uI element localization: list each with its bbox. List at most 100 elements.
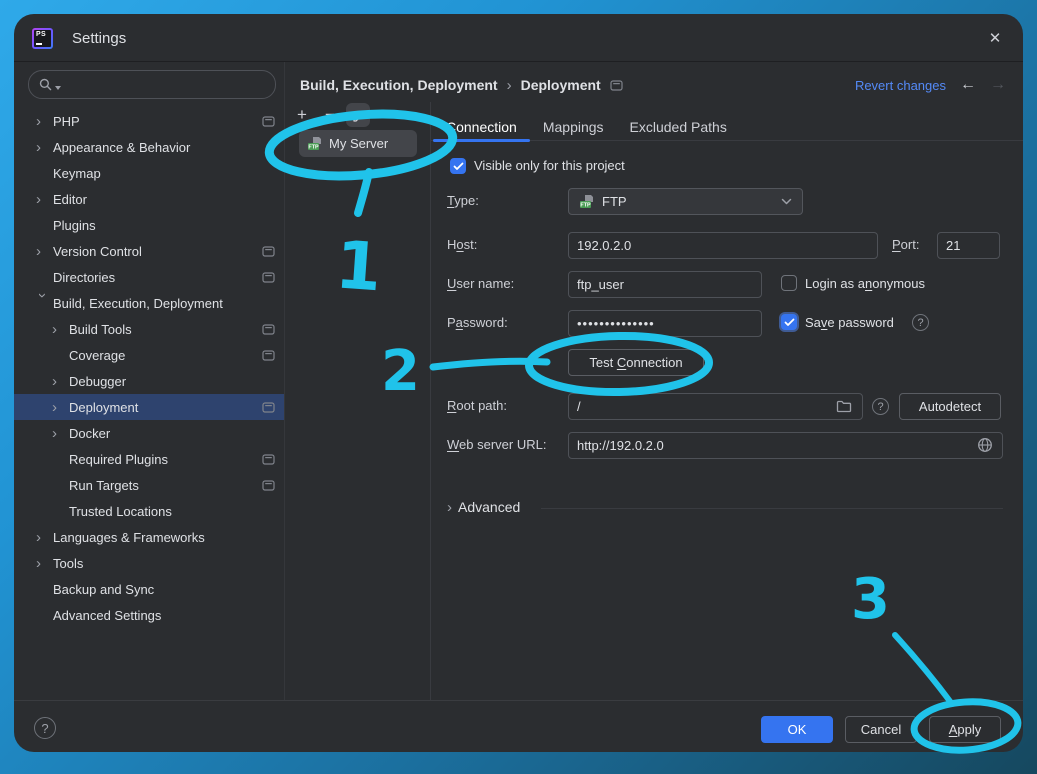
sidebar-item-label: Advanced Settings [53, 608, 161, 623]
sidebar-item-label: Debugger [69, 374, 126, 389]
sidebar-item-appearance-behavior[interactable]: › Appearance & Behavior [14, 134, 284, 160]
chevron-icon: › [36, 556, 53, 571]
port-input[interactable] [937, 232, 1000, 259]
sidebar-item-label: Build Tools [69, 322, 132, 337]
visible-only-label[interactable]: Visible only for this project [474, 157, 625, 175]
chevron-icon: › [52, 426, 69, 441]
type-select[interactable]: FTP FTP [568, 188, 803, 215]
advanced-divider [541, 508, 1003, 509]
sidebar-item-advanced-settings[interactable]: › Advanced Settings [14, 602, 284, 628]
sidebar-item-build-execution-deployment[interactable]: › Build, Execution, Deployment [14, 290, 284, 316]
chevron-right-icon: › [447, 500, 452, 515]
sidebar-item-label: Docker [69, 426, 110, 441]
sidebar-item-label: PHP [53, 114, 80, 129]
host-input[interactable] [568, 232, 878, 259]
sidebar-item-plugins[interactable]: › Plugins [14, 212, 284, 238]
root-path-help-icon[interactable]: ? [872, 398, 889, 415]
sidebar-item-docker[interactable]: › Docker [14, 420, 284, 446]
sidebar-item-label: Directories [53, 270, 115, 285]
tab-excluded-paths[interactable]: Excluded Paths [617, 113, 740, 141]
root-path-label: Root path: [447, 397, 507, 415]
visible-only-checkbox[interactable] [450, 158, 466, 174]
title-bar: PS Settings ✕ [14, 14, 1023, 62]
root-path-input[interactable] [568, 393, 863, 420]
remove-server-button[interactable]: − [318, 103, 342, 127]
breadcrumb-parent[interactable]: Build, Execution, Deployment [300, 77, 498, 93]
ftp-server-icon: FTP [307, 136, 323, 151]
apply-button[interactable]: Apply [929, 716, 1001, 743]
advanced-section-toggle[interactable]: › Advanced [447, 499, 520, 515]
search-input[interactable] [28, 70, 276, 99]
search-history-caret-icon[interactable] [55, 86, 61, 90]
autodetect-button[interactable]: Autodetect [899, 393, 1001, 420]
chevron-icon: › [36, 114, 53, 129]
sidebar-item-debugger[interactable]: › Debugger [14, 368, 284, 394]
login-anonymous-checkbox[interactable] [781, 275, 797, 291]
breadcrumb-separator: › [507, 77, 512, 94]
window-title: Settings [72, 14, 126, 62]
sidebar-item-directories[interactable]: › Directories [14, 264, 284, 290]
cancel-button[interactable]: Cancel [845, 716, 917, 743]
edit-server-button[interactable] [346, 103, 370, 127]
breadcrumb-current: Deployment [521, 77, 601, 93]
per-project-icon [262, 454, 275, 465]
tab-mappings[interactable]: Mappings [530, 113, 617, 141]
chevron-down-icon [781, 198, 792, 205]
sidebar-item-backup-and-sync[interactable]: › Backup and Sync [14, 576, 284, 602]
sidebar-item-languages-frameworks[interactable]: › Languages & Frameworks [14, 524, 284, 550]
per-project-icon [262, 116, 275, 127]
back-arrow-icon[interactable]: ← [960, 76, 976, 94]
pencil-icon [351, 108, 365, 122]
ok-button[interactable]: OK [761, 716, 833, 743]
chevron-icon: › [36, 140, 53, 155]
web-server-url-input[interactable] [568, 432, 1003, 459]
sidebar-item-label: Deployment [69, 400, 138, 415]
chevron-icon: › [52, 400, 69, 415]
password-input[interactable] [568, 310, 762, 337]
sidebar-item-label: Plugins [53, 218, 96, 233]
chevron-icon: › [35, 293, 50, 310]
tab-connection[interactable]: Connection [433, 113, 530, 141]
sidebar-item-build-tools[interactable]: › Build Tools [14, 316, 284, 342]
save-password-label[interactable]: Save password [805, 314, 894, 332]
chevron-icon: › [36, 192, 53, 207]
chevron-icon: › [52, 322, 69, 337]
server-list-item-my-server[interactable]: FTP My Server [299, 130, 417, 157]
sidebar-item-label: Editor [53, 192, 87, 207]
sidebar-item-coverage[interactable]: › Coverage [14, 342, 284, 368]
sidebar-item-label: Coverage [69, 348, 125, 363]
sidebar-item-tools[interactable]: › Tools [14, 550, 284, 576]
save-password-checkbox[interactable] [781, 314, 797, 330]
test-connection-button[interactable]: Test Connection [568, 349, 704, 376]
server-toolbar: + − [290, 103, 370, 127]
add-server-button[interactable]: + [290, 103, 314, 127]
sidebar-item-php[interactable]: › PHP [14, 108, 284, 134]
close-icon[interactable]: ✕ [985, 28, 1005, 48]
tab-label: Excluded Paths [630, 119, 727, 135]
login-anonymous-label[interactable]: Login as anonymous [805, 275, 925, 293]
sidebar-item-run-targets[interactable]: › Run Targets [14, 472, 284, 498]
password-label: Password: [447, 314, 508, 332]
phpstorm-logo-icon: PS [32, 28, 53, 49]
per-project-icon [262, 402, 275, 413]
type-label: Type: [447, 192, 479, 210]
sidebar-divider [284, 62, 285, 700]
sidebar-item-required-plugins[interactable]: › Required Plugins [14, 446, 284, 472]
sidebar-item-editor[interactable]: › Editor [14, 186, 284, 212]
checkmark-icon [784, 318, 795, 327]
sidebar-item-label: Keymap [53, 166, 101, 181]
ftp-type-icon: FTP [579, 194, 595, 209]
sidebar-item-deployment[interactable]: › Deployment [14, 394, 284, 420]
user-name-input[interactable] [568, 271, 762, 298]
help-button[interactable]: ? [34, 717, 56, 739]
sidebar-item-keymap[interactable]: › Keymap [14, 160, 284, 186]
sidebar-item-version-control[interactable]: › Version Control [14, 238, 284, 264]
svg-text:FTP: FTP [308, 144, 319, 150]
revert-changes-link[interactable]: Revert changes [855, 78, 946, 93]
globe-icon[interactable] [977, 437, 993, 453]
sidebar-item-trusted-locations[interactable]: › Trusted Locations [14, 498, 284, 524]
sidebar-item-label: Appearance & Behavior [53, 140, 190, 155]
save-password-help-icon[interactable]: ? [912, 314, 929, 331]
user-name-label: User name: [447, 275, 514, 293]
folder-icon[interactable] [836, 399, 852, 413]
